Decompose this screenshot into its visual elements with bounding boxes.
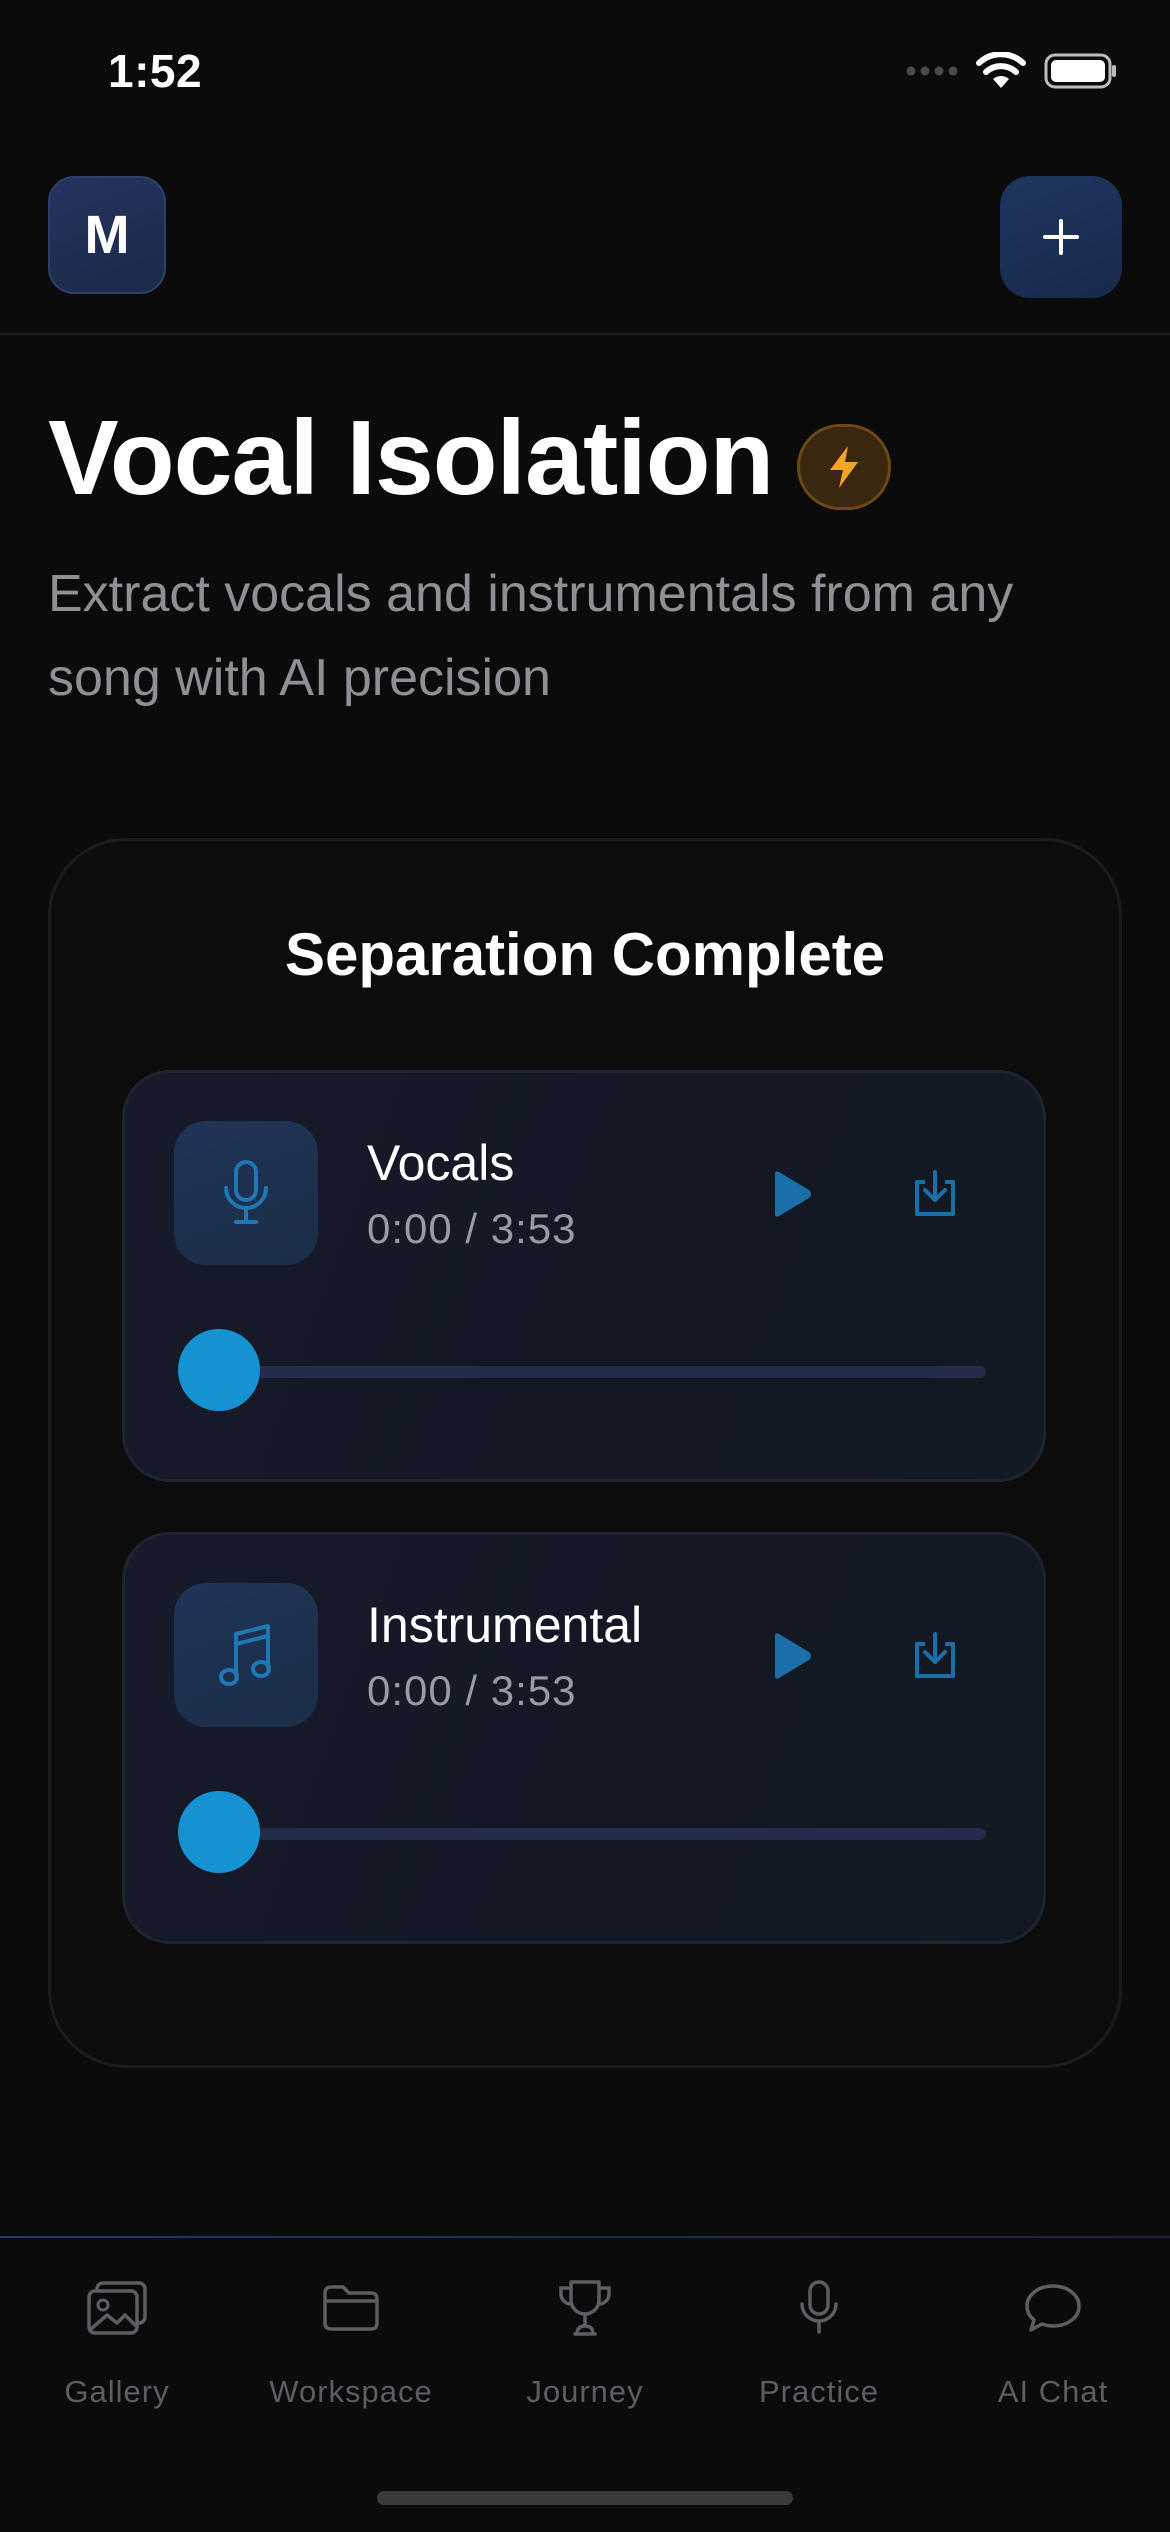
play-button[interactable] — [752, 1616, 832, 1696]
page-title: Vocal Isolation — [48, 399, 774, 517]
track-icon-box — [174, 1583, 318, 1727]
download-icon — [915, 1632, 955, 1678]
play-button[interactable] — [752, 1154, 832, 1234]
wifi-icon — [976, 52, 1026, 88]
tab-label: Workspace — [269, 2374, 433, 2409]
play-icon — [775, 1633, 811, 1679]
download-button[interactable] — [895, 1154, 975, 1234]
play-icon — [775, 1171, 811, 1217]
avatar[interactable]: M — [48, 176, 166, 294]
download-icon — [915, 1170, 955, 1216]
status-time: 1:52 — [108, 45, 203, 97]
track-icon-box — [174, 1121, 318, 1265]
tab-label: AI Chat — [997, 2374, 1109, 2409]
tab-practice[interactable]: Practice — [702, 2276, 936, 2410]
tab-label: Practice — [759, 2374, 879, 2409]
playback-slider-thumb[interactable] — [178, 1329, 260, 1411]
playback-slider[interactable] — [182, 1366, 986, 1378]
gallery-icon — [87, 2281, 147, 2335]
track-name: Instrumental — [367, 1597, 643, 1653]
track-time: 0:00 / 3:53 — [367, 1205, 577, 1252]
track-time: 0:00 / 3:53 — [367, 1667, 577, 1714]
tab-bar-divider — [0, 2236, 1170, 2238]
microphone-icon — [224, 1160, 268, 1224]
tab-gallery[interactable]: Gallery — [0, 2276, 234, 2410]
music-note-icon — [219, 1624, 271, 1686]
cellular-signal-icon — [906, 66, 958, 76]
status-icons — [906, 52, 1118, 90]
microphone-icon — [800, 2280, 838, 2334]
playback-slider[interactable] — [182, 1828, 986, 1840]
battery-icon — [1044, 53, 1116, 89]
chat-bubble-icon — [1025, 2284, 1081, 2332]
premium-badge — [797, 424, 891, 510]
track-name: Vocals — [367, 1135, 515, 1191]
folder-icon — [323, 2285, 379, 2331]
tab-ai-chat[interactable]: AI Chat — [936, 2276, 1170, 2410]
lightning-bolt-icon — [830, 446, 858, 488]
card-title: Separation Complete — [284, 921, 886, 988]
add-button[interactable] — [1000, 176, 1122, 298]
download-button[interactable] — [895, 1616, 975, 1696]
tab-label: Journey — [526, 2374, 644, 2409]
tab-journey[interactable]: Journey — [468, 2276, 702, 2410]
tab-workspace[interactable]: Workspace — [234, 2276, 468, 2410]
home-indicator — [377, 2491, 793, 2505]
tab-label: Gallery — [64, 2374, 170, 2409]
header-divider — [0, 333, 1170, 335]
page-subtitle: Extract vocals and instrumentals from an… — [48, 565, 1014, 707]
plus-icon — [1043, 219, 1079, 255]
trophy-icon — [559, 2280, 611, 2336]
playback-slider-thumb[interactable] — [178, 1791, 260, 1873]
